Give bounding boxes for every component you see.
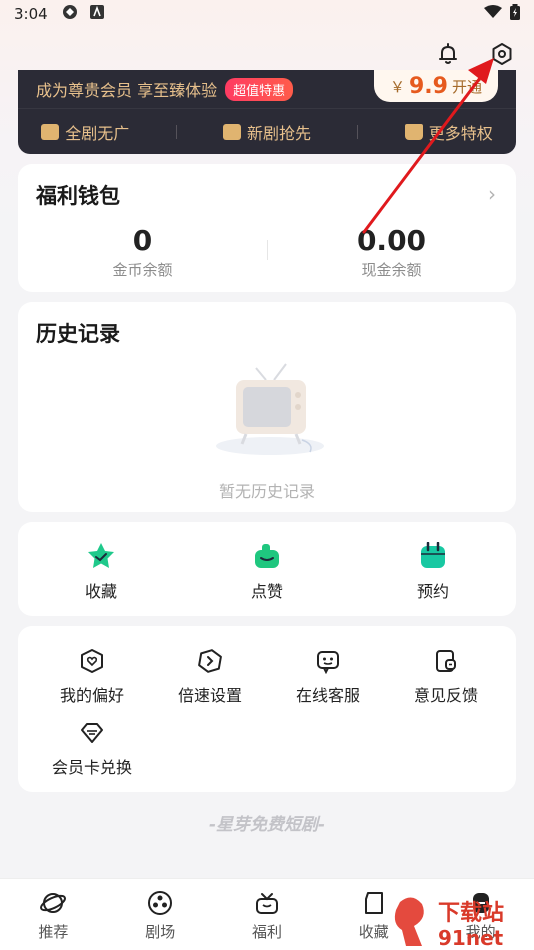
- film-reel-icon: [148, 891, 173, 915]
- site-watermark-logo: 下载站 91net: [394, 897, 504, 950]
- tool-online-service[interactable]: 在线客服: [266, 648, 390, 706]
- feedback-icon: [436, 650, 456, 672]
- vip-perk-label: 全剧无广: [65, 123, 130, 143]
- app-notification-icon: [62, 4, 78, 24]
- app-slogan: -星芽免费短剧-: [208, 815, 326, 835]
- tool-preferences[interactable]: 我的偏好: [30, 648, 154, 706]
- perk-divider: [357, 124, 359, 139]
- ad-free-icon: [41, 123, 60, 140]
- vip-price: 9.9: [409, 73, 448, 99]
- vip-promo-text: 成为尊贵会员 享至臻体验: [36, 81, 218, 100]
- watermark-domain: 91net: [438, 926, 504, 950]
- perk-divider: [175, 124, 177, 139]
- shortcut-likes[interactable]: 点赞: [184, 522, 350, 616]
- vip-currency: ￥: [389, 77, 405, 96]
- history-card: 历史记录 暂无历史记录: [18, 302, 516, 512]
- settings-gear-icon[interactable]: [490, 42, 514, 66]
- vip-perk-label: 更多特权: [428, 123, 493, 143]
- speed-icon: [198, 649, 222, 673]
- coins-value: 0: [132, 224, 153, 257]
- top-actions: [436, 42, 514, 66]
- tools-card: 我的偏好 倍速设置 在线客服 意见反馈 会员卡兑换: [18, 626, 516, 792]
- wallet-card[interactable]: 福利钱包 › 0 金币余额 0.00 现金余额: [18, 164, 516, 292]
- shortcut-favorites[interactable]: 收藏: [18, 522, 184, 616]
- battery-icon: [510, 4, 520, 24]
- vip-perk-new-drama[interactable]: 新剧抢先: [222, 120, 311, 144]
- new-drama-icon: [222, 123, 241, 140]
- wifi-icon: [484, 5, 502, 23]
- shortcut-label: 收藏: [84, 582, 117, 601]
- cash-value: 0.00: [356, 224, 427, 257]
- planet-icon: [40, 893, 67, 913]
- star-icon: [88, 543, 114, 568]
- tool-feedback[interactable]: 意见反馈: [384, 648, 508, 706]
- empty-tv-illustration: [216, 363, 324, 455]
- tool-label: 我的偏好: [59, 686, 124, 705]
- nav-label: 剧场: [145, 923, 176, 941]
- vip-perk-ad-free[interactable]: 全剧无广: [41, 120, 129, 144]
- vip-discount-tag: 超值特惠: [225, 77, 294, 101]
- tool-label: 倍速设置: [177, 686, 242, 705]
- nav-label: 推荐: [38, 923, 69, 941]
- vip-perks: 全剧无广 新剧抢先 更多特权: [18, 108, 516, 154]
- nav-welfare[interactable]: 福利: [214, 879, 321, 950]
- watermark-text: 下载站: [438, 900, 504, 926]
- shortcut-label: 点赞: [250, 582, 283, 601]
- diamond-card-icon: [81, 723, 103, 743]
- shortcuts-card: 收藏 点赞 预约: [18, 522, 516, 616]
- a-notification-icon: [89, 5, 104, 23]
- nav-label: 福利: [251, 923, 282, 941]
- notification-bell-icon[interactable]: [436, 42, 460, 66]
- nav-theater[interactable]: 剧场: [107, 879, 214, 950]
- thumb-up-icon: [255, 544, 279, 568]
- coins-balance[interactable]: 0 金币余额: [18, 224, 267, 280]
- gift-icon: [255, 893, 278, 914]
- cash-balance[interactable]: 0.00 现金余额: [267, 224, 516, 280]
- shortcut-label: 预约: [416, 582, 449, 601]
- chat-bot-icon: [317, 651, 339, 674]
- status-time: 3:04: [14, 5, 48, 23]
- history-empty-text: 暂无历史记录: [218, 482, 315, 501]
- tool-vip-card-redeem[interactable]: 会员卡兑换: [30, 720, 154, 778]
- vip-perk-more[interactable]: 更多特权: [404, 120, 493, 144]
- tool-label: 意见反馈: [413, 686, 478, 705]
- vip-open-label: 开通: [451, 77, 482, 96]
- crown-icon: [404, 123, 423, 140]
- calendar-icon: [421, 542, 445, 568]
- status-bar: 3:04: [0, 0, 534, 28]
- chevron-right-icon: ›: [488, 182, 496, 206]
- wallet-title: 福利钱包: [36, 184, 120, 208]
- tool-label: 会员卡兑换: [51, 758, 132, 777]
- tool-speed-settings[interactable]: 倍速设置: [148, 648, 272, 706]
- vip-open-button[interactable]: ￥ 9.9 开通: [373, 70, 498, 102]
- coins-label: 金币余额: [112, 261, 173, 279]
- history-title: 历史记录: [36, 322, 120, 346]
- vip-banner[interactable]: 成为尊贵会员 享至臻体验 超值特惠 ￥ 9.9 开通 全剧无广 新剧抢先 更多特…: [18, 70, 516, 154]
- heart-shield-icon: [81, 649, 103, 673]
- nav-label: 收藏: [358, 923, 389, 941]
- nav-recommend[interactable]: 推荐: [0, 879, 107, 950]
- bookmark-icon: [364, 892, 383, 914]
- cash-label: 现金余额: [361, 261, 422, 279]
- vip-perk-label: 新剧抢先: [246, 123, 311, 143]
- tool-label: 在线客服: [295, 686, 360, 705]
- shortcut-reservations[interactable]: 预约: [350, 522, 516, 616]
